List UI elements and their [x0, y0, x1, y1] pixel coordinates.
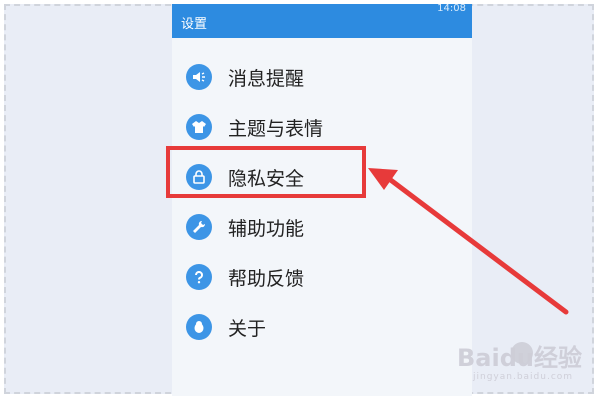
pointer-arrow-icon — [368, 168, 569, 315]
